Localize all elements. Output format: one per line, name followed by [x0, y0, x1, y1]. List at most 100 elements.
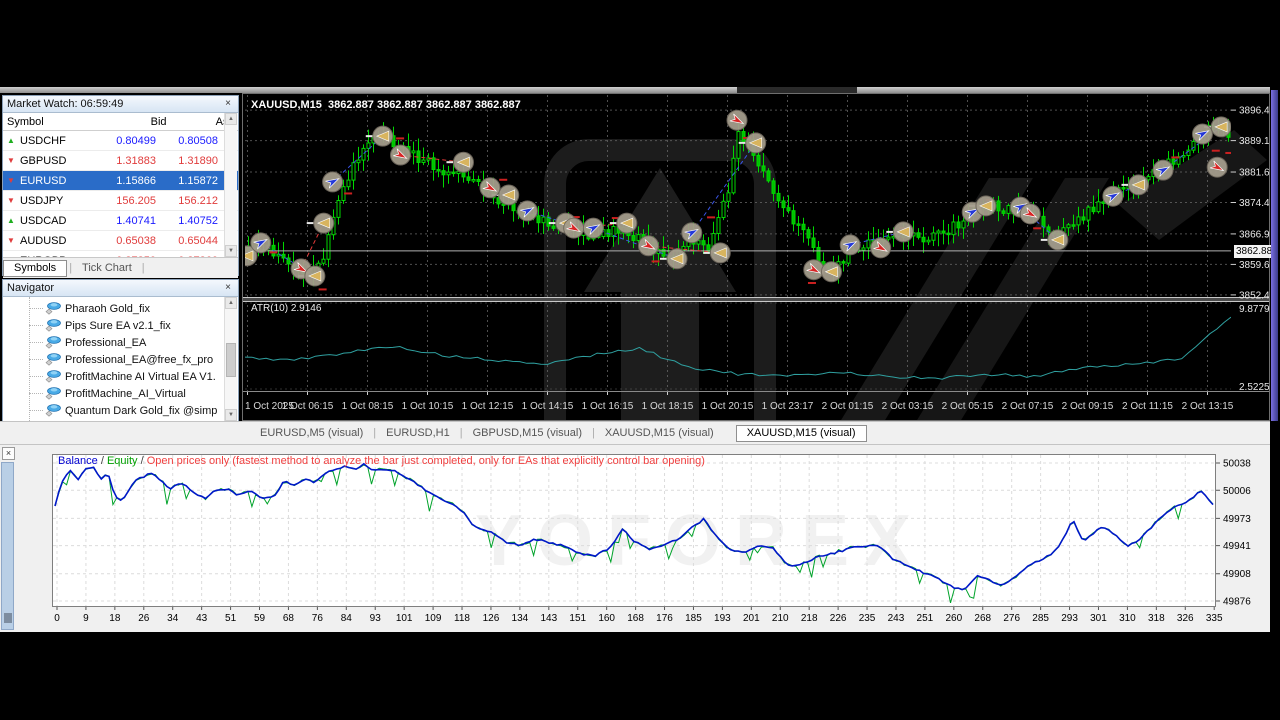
ask-value: 1.15872	[161, 175, 223, 187]
svg-text:118: 118	[454, 613, 470, 624]
expert-advisor-icon	[45, 352, 61, 367]
svg-text:93: 93	[370, 613, 382, 624]
svg-text:3859.660: 3859.660	[1239, 260, 1269, 271]
tab-tick-chart[interactable]: Tick Chart	[74, 261, 140, 275]
svg-text:2.5225: 2.5225	[1239, 382, 1269, 393]
svg-text:51: 51	[225, 613, 237, 624]
svg-text:260: 260	[945, 613, 962, 624]
close-icon[interactable]: ×	[222, 282, 234, 294]
svg-text:34: 34	[167, 613, 179, 624]
scroll-up-icon[interactable]: ▲	[225, 113, 237, 125]
navigator-scrollbar[interactable]: ▲ ▼	[224, 297, 237, 421]
market-watch-rows: ▲USDCHF0.804990.80508▼GBPUSD1.318831.318…	[3, 131, 238, 257]
symbol-label: AUDUSD	[20, 235, 66, 247]
navigator-item-label: Pharaoh Gold_fix	[65, 303, 150, 315]
column-symbol[interactable]: Symbol	[3, 116, 103, 128]
svg-text:0: 0	[54, 613, 60, 624]
svg-text:84: 84	[341, 613, 353, 624]
ask-value: 1.31890	[161, 155, 223, 167]
chart-window: 3896.4003889.1403881.6603874.4003866.920…	[242, 93, 1270, 421]
tester-graph[interactable]: YOFOREX500385000649973499414990849876091…	[40, 450, 1270, 632]
market-watch-titlebar[interactable]: Market Watch: 06:59:49 ×	[3, 96, 238, 113]
svg-text:49908: 49908	[1223, 569, 1251, 580]
market-watch-row[interactable]: ▲USDCAD1.407411.40752	[3, 211, 238, 231]
chart-header: XAUUSD,M15 3862.887 3862.887 3862.887 38…	[251, 99, 521, 111]
market-watch-row[interactable]: ▼EURGBP0.878500.87860	[3, 251, 238, 257]
svg-text:335: 335	[1206, 613, 1223, 624]
price-chart[interactable]: 3896.4003889.1403881.6603874.4003866.920…	[243, 94, 1269, 420]
svg-text:276: 276	[1003, 613, 1020, 624]
svg-text:1 Oct 18:15: 1 Oct 18:15	[642, 401, 694, 412]
symbol-label: USDCHF	[20, 135, 66, 147]
svg-text:50038: 50038	[1223, 459, 1251, 470]
down-arrow-icon: ▼	[6, 236, 16, 245]
market-watch-row[interactable]: ▼AUDUSD0.650380.65044	[3, 231, 238, 251]
chart-tab[interactable]: EURUSD,H1	[378, 426, 458, 440]
market-watch-panel: Market Watch: 06:59:49 × Symbol Bid Ask …	[2, 95, 239, 276]
svg-text:143: 143	[540, 613, 557, 624]
scroll-up-icon[interactable]: ▲	[225, 297, 237, 309]
tab-separator: |	[140, 262, 147, 274]
indicator-label: ATR(10) 2.9146	[251, 303, 321, 314]
chart-tab-active[interactable]: XAUUSD,M15 (visual)	[736, 425, 867, 442]
navigator-item[interactable]: Quantum Dark Gold_fix @simp	[3, 402, 238, 419]
svg-text:151: 151	[569, 613, 586, 624]
tester-panel: × YOFOREX5003850006499734994149908498760…	[0, 445, 1270, 632]
navigator-title: Navigator	[7, 282, 54, 294]
svg-text:201: 201	[743, 613, 760, 624]
tester-x-axis: 0918263443515968768493101109118126134143…	[54, 607, 1223, 624]
svg-text:3866.920: 3866.920	[1239, 229, 1269, 240]
svg-text:3889.140: 3889.140	[1239, 136, 1269, 147]
market-watch-row[interactable]: ▲USDCHF0.804990.80508	[3, 131, 238, 151]
tree-connector	[29, 410, 43, 411]
svg-text:2 Oct 11:15: 2 Oct 11:15	[1122, 401, 1173, 412]
pane-separator	[243, 298, 1269, 302]
tree-guide-line	[29, 297, 31, 421]
scroll-down-icon[interactable]: ▼	[225, 409, 237, 421]
navigator-titlebar[interactable]: Navigator ×	[3, 280, 238, 297]
market-watch-row[interactable]: ▼EURUSD1.158661.15872	[3, 171, 238, 191]
bid-value: 1.15866	[99, 175, 161, 187]
navigator-item[interactable]: Professional_EA	[3, 334, 238, 351]
navigator-item-label: ProfitMachine AI Virtual EA V1.	[65, 371, 216, 383]
chart-tab[interactable]: GBPUSD,M15 (visual)	[465, 426, 590, 440]
bid-value: 156.205	[99, 195, 161, 207]
navigator-item-label: Quantum Dark Gold_fix @simp	[65, 405, 217, 417]
tab-symbols[interactable]: Symbols	[3, 260, 67, 277]
svg-text:26: 26	[138, 613, 150, 624]
market-watch-row[interactable]: ▼USDJPY156.205156.212	[3, 191, 238, 211]
close-icon[interactable]: ×	[222, 98, 234, 110]
tree-connector	[29, 393, 43, 394]
market-watch-scrollbar[interactable]: ▲ ▼	[224, 113, 237, 257]
svg-text:243: 243	[888, 613, 905, 624]
svg-text:76: 76	[312, 613, 324, 624]
market-watch-tabs: Symbols|Tick Chart|	[3, 257, 238, 278]
bid-value: 0.80499	[99, 135, 161, 147]
scroll-thumb[interactable]	[226, 343, 236, 377]
svg-text:226: 226	[830, 613, 847, 624]
market-watch-row[interactable]: ▼GBPUSD1.318831.31890	[3, 151, 238, 171]
svg-text:49973: 49973	[1223, 514, 1251, 525]
tester-close-button[interactable]: ×	[2, 447, 15, 460]
chart-tab[interactable]: EURUSD,M5 (visual)	[252, 426, 371, 440]
column-bid[interactable]: Bid	[103, 116, 170, 128]
tester-legend: Balance / Equity / Open prices only (fas…	[58, 455, 705, 467]
tree-connector	[29, 325, 43, 326]
navigator-item[interactable]: Professional_EA@free_fx_pro	[3, 351, 238, 368]
tree-connector	[29, 376, 43, 377]
tester-side-strip[interactable]	[1, 462, 14, 630]
svg-text:134: 134	[512, 613, 529, 624]
navigator-item[interactable]: ProfitMachine AI Virtual EA V1.	[3, 368, 238, 385]
down-arrow-icon: ▼	[6, 256, 16, 257]
svg-text:1 Oct 16:15: 1 Oct 16:15	[582, 401, 634, 412]
navigator-item[interactable]: Pips Sure EA v2.1_fix	[3, 317, 238, 334]
navigator-item[interactable]: ProfitMachine_AI_Virtual	[3, 385, 238, 402]
navigator-item-label: Professional_EA	[65, 337, 146, 349]
market-watch-header[interactable]: Symbol Bid Ask	[3, 113, 238, 131]
scroll-down-icon[interactable]: ▼	[225, 245, 237, 257]
ask-value: 156.212	[161, 195, 223, 207]
svg-text:3881.660: 3881.660	[1239, 168, 1269, 179]
svg-text:251: 251	[917, 613, 934, 624]
chart-tab[interactable]: XAUUSD,M15 (visual)	[597, 426, 722, 440]
navigator-item[interactable]: Pharaoh Gold_fix	[3, 300, 238, 317]
